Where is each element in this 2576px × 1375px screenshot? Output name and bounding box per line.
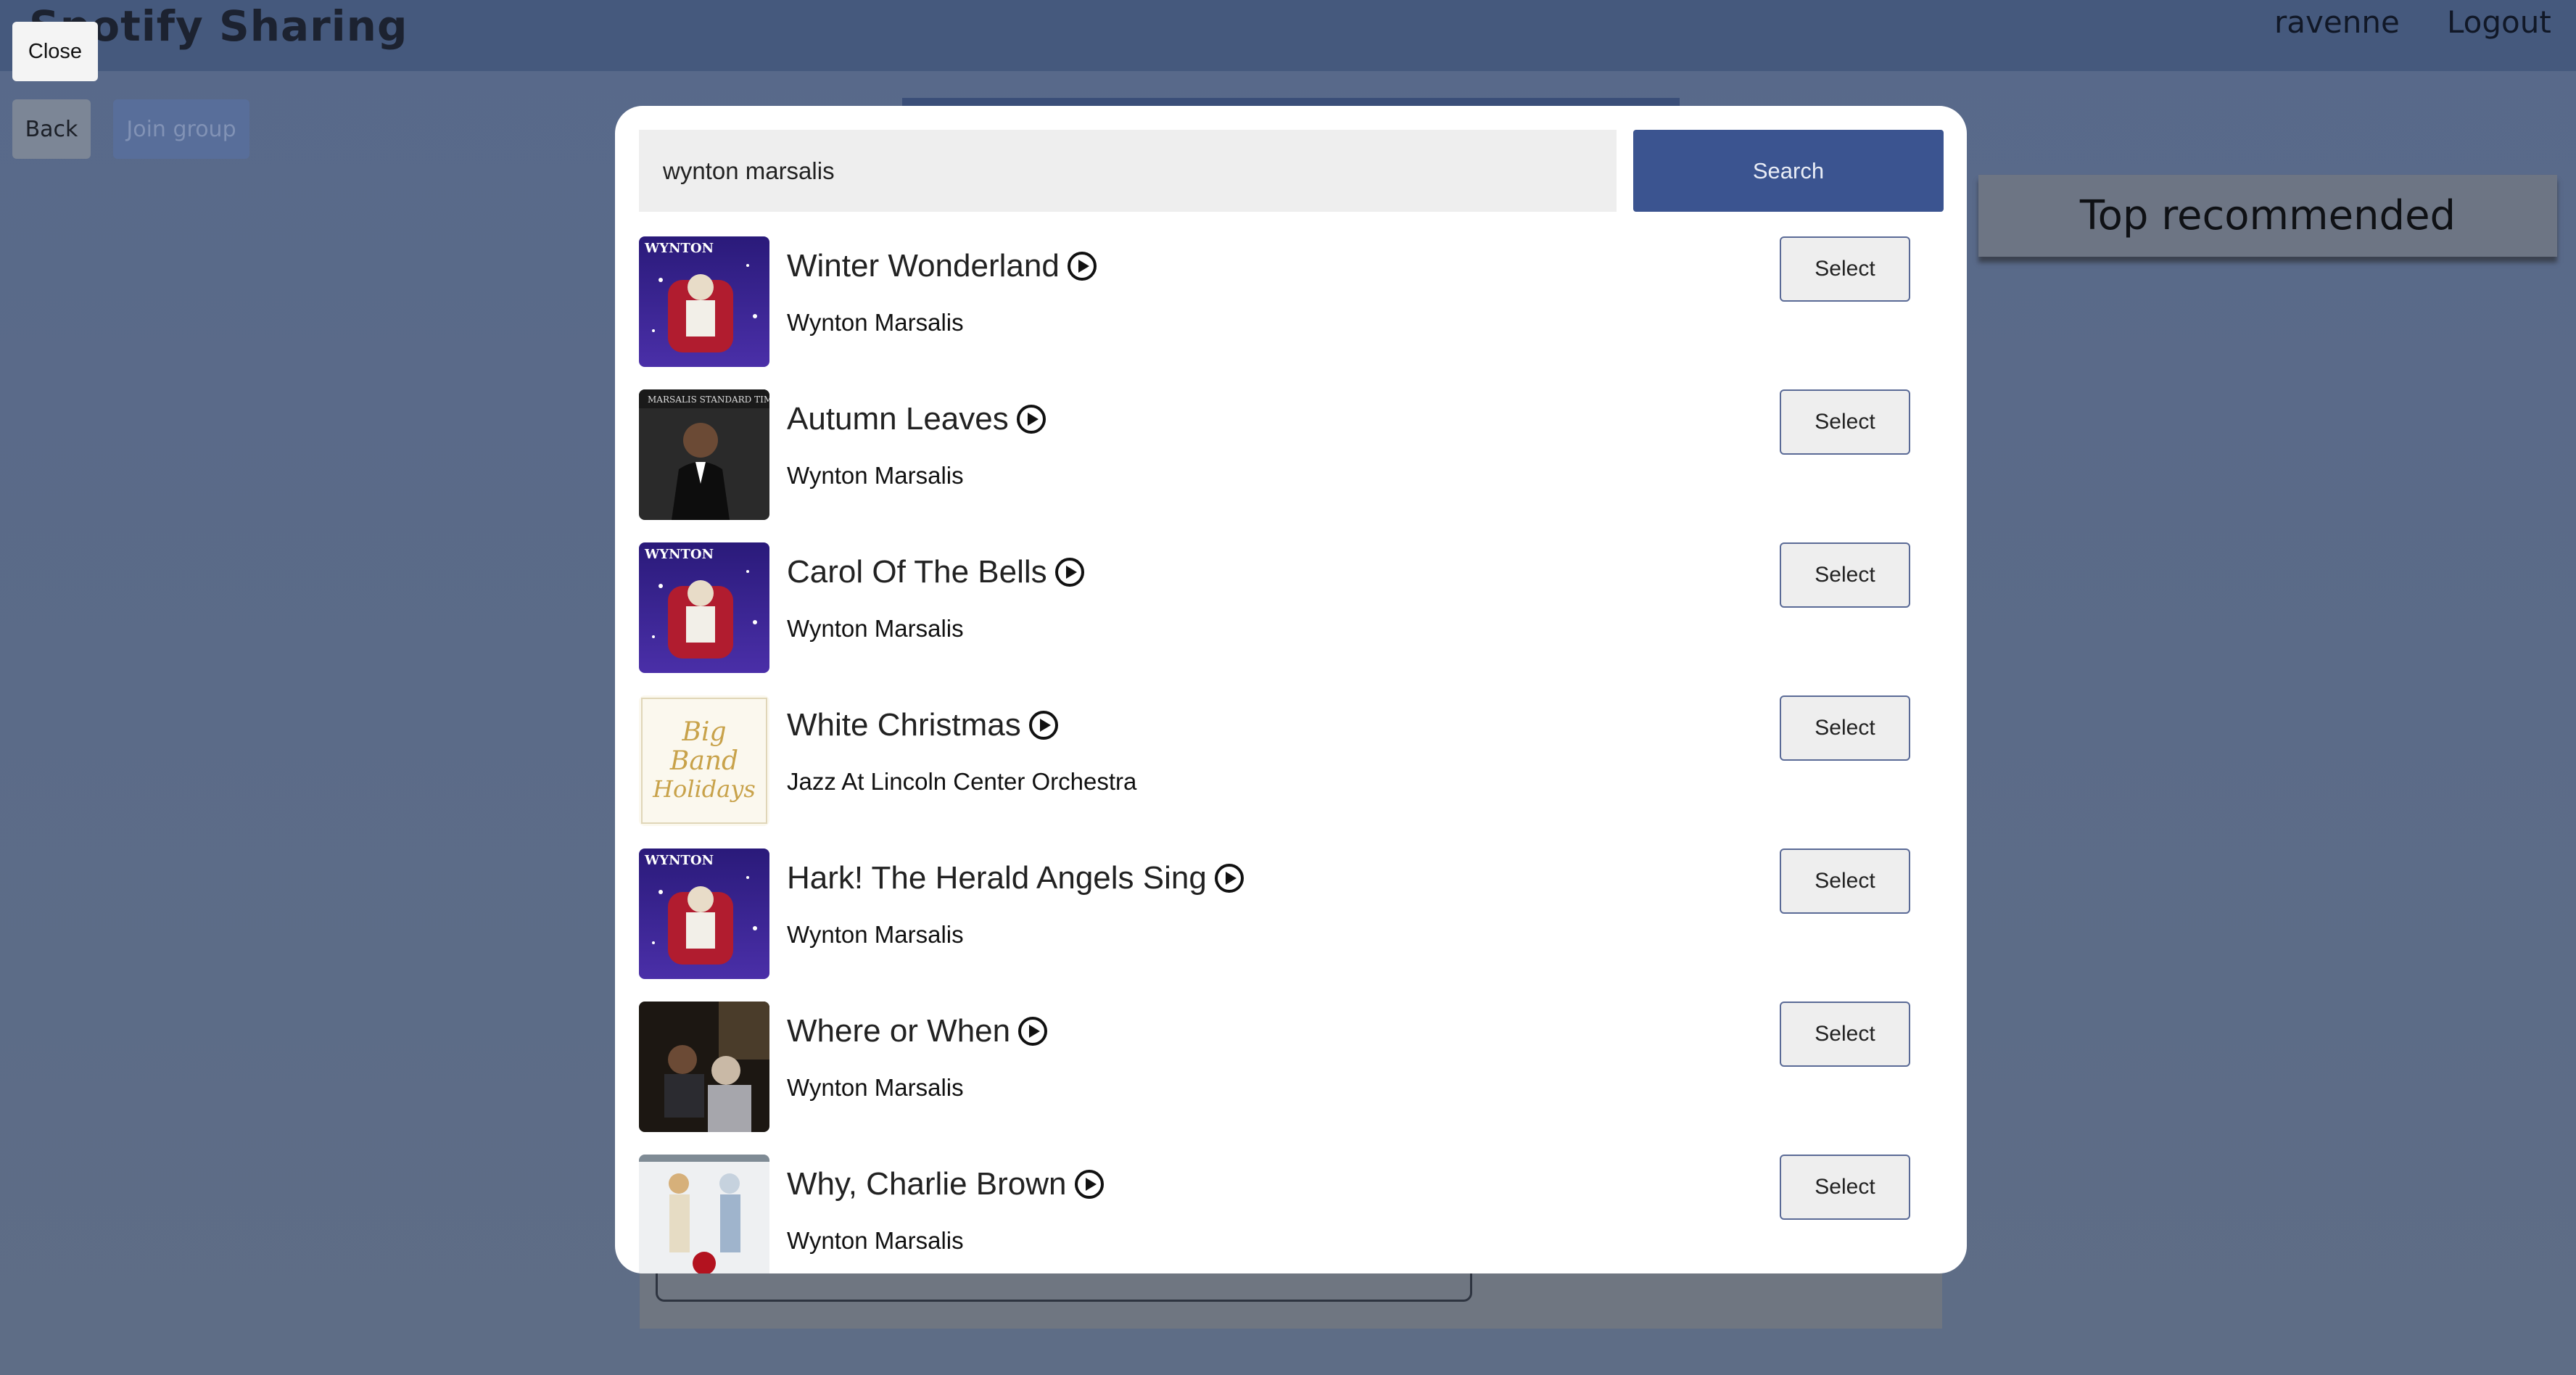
artist-name: Wynton Marsalis [787, 462, 964, 489]
play-icon[interactable] [1017, 1016, 1048, 1046]
song-title: Why, Charlie Brown [787, 1166, 1067, 1202]
result-row: Why, Charlie Brown Wynton Marsalis Selec… [639, 1155, 1944, 1273]
select-button[interactable]: Select [1780, 848, 1910, 914]
select-button[interactable]: Select [1780, 236, 1910, 302]
album-cover: Big Band Holidays [639, 695, 769, 826]
result-row: Big Band Holidays White Christmas Jazz A… [639, 695, 1944, 848]
result-title-wrap: Hark! The Herald Angels Sing [787, 860, 1244, 896]
album-cover: WYNTON [639, 848, 769, 979]
svg-text:WYNTON: WYNTON [644, 853, 714, 868]
close-button[interactable]: Close [12, 22, 98, 81]
top-recommended-heading: Top recommended [1978, 175, 2557, 257]
album-cover [639, 1155, 769, 1273]
result-title-wrap: Why, Charlie Brown [787, 1166, 1105, 1202]
back-button[interactable]: Back [12, 99, 91, 159]
svg-text:Holidays: Holidays [652, 775, 756, 803]
select-button[interactable]: Select [1780, 1155, 1910, 1220]
result-row: WYNTON Carol Of The Bells Wynton Marsali… [639, 542, 1944, 695]
username-link[interactable]: ravenne [2274, 4, 2400, 40]
svg-text:MARSALIS STANDARD TIME: MARSALIS STANDARD TIME [648, 395, 769, 405]
artist-name: Wynton Marsalis [787, 309, 964, 336]
play-icon[interactable] [1054, 557, 1085, 587]
svg-text:Big: Big [681, 717, 726, 747]
artist-name: Jazz At Lincoln Center Orchestra [787, 768, 1137, 795]
svg-text:WYNTON: WYNTON [644, 547, 714, 562]
album-cover [639, 1002, 769, 1132]
result-row: WYNTON Hark! The Herald Angels Sing Wynt… [639, 848, 1944, 1002]
top-navbar: Spotify Sharing ravenne Logout [0, 0, 2576, 71]
artist-name: Wynton Marsalis [787, 615, 964, 642]
album-cover: WYNTON [639, 236, 769, 367]
artist-name: Wynton Marsalis [787, 921, 964, 948]
result-title-wrap: Where or When [787, 1013, 1048, 1049]
play-icon[interactable] [1074, 1169, 1105, 1199]
results-list: WYNTON Winter Wonderland Wynton Marsalis… [639, 236, 1944, 1273]
artist-name: Wynton Marsalis [787, 1074, 964, 1101]
play-icon[interactable] [1028, 710, 1059, 740]
search-input[interactable]: wynton marsalis [639, 130, 1617, 212]
search-modal: wynton marsalis Search WYNTON Winter Won… [615, 106, 1967, 1273]
svg-text:Band: Band [669, 746, 738, 776]
album-cover: MARSALIS STANDARD TIME [639, 389, 769, 520]
join-group-button[interactable]: Join group [113, 99, 249, 159]
song-title: Hark! The Herald Angels Sing [787, 860, 1207, 896]
result-title-wrap: Carol Of The Bells [787, 554, 1085, 590]
result-row: Where or When Wynton Marsalis Select [639, 1002, 1944, 1155]
search-button[interactable]: Search [1633, 130, 1944, 212]
result-row: WYNTON Winter Wonderland Wynton Marsalis… [639, 236, 1944, 389]
result-row: MARSALIS STANDARD TIME Autumn Leaves Wyn… [639, 389, 1944, 542]
song-title: White Christmas [787, 707, 1021, 743]
song-title: Winter Wonderland [787, 248, 1060, 284]
artist-name: Wynton Marsalis [787, 1227, 964, 1254]
play-icon[interactable] [1067, 251, 1097, 281]
result-title-wrap: Autumn Leaves [787, 401, 1046, 437]
album-cover: WYNTON [639, 542, 769, 673]
select-button[interactable]: Select [1780, 695, 1910, 761]
song-title: Carol Of The Bells [787, 554, 1047, 590]
result-title-wrap: White Christmas [787, 707, 1059, 743]
select-button[interactable]: Select [1780, 389, 1910, 455]
song-title: Autumn Leaves [787, 401, 1009, 437]
select-button[interactable]: Select [1780, 542, 1910, 608]
svg-text:WYNTON: WYNTON [644, 241, 714, 256]
logout-link[interactable]: Logout [2447, 4, 2551, 40]
play-icon[interactable] [1214, 863, 1244, 893]
song-title: Where or When [787, 1013, 1011, 1049]
select-button[interactable]: Select [1780, 1002, 1910, 1067]
result-title-wrap: Winter Wonderland [787, 248, 1097, 284]
play-icon[interactable] [1016, 404, 1046, 434]
